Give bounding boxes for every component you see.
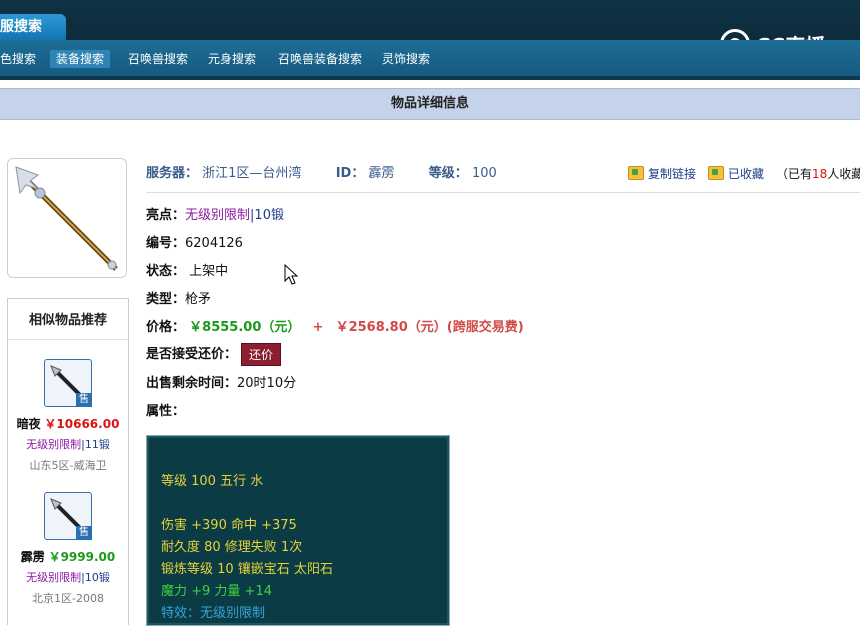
similar-item-server: 北京1区-2008 (32, 592, 104, 605)
copy-link-label: 复制链接 (648, 166, 697, 181)
similar-item-name: 霹雳 (20, 550, 45, 564)
nav-role-search[interactable]: 角色搜索 (0, 50, 36, 68)
nav-summon-search[interactable]: 召唤兽搜索 (128, 50, 188, 68)
similar-item-name: 暗夜 (16, 417, 41, 431)
status-value: 上架中 (189, 264, 229, 279)
forge-level: 11锻 (84, 438, 110, 451)
forge-value: 10锻 (254, 208, 284, 223)
similar-item-price: ￥10666.00 (44, 417, 120, 431)
price-field: 价格： ￥8555.00（元） + ￥2568.80（元）(跨服交易费) (146, 316, 524, 336)
similar-item-price: ￥9999.00 (48, 550, 116, 564)
favorite-label: 已收藏 (728, 166, 765, 181)
nav-accessory-search[interactable]: 灵饰搜索 (382, 50, 430, 68)
highlight-text: 无级别限制 (26, 571, 82, 584)
cross-server-fee: ￥2568.80（元）(跨服交易费) (335, 320, 524, 335)
copy-link-icon (628, 166, 644, 180)
attributes-label: 属性： (146, 404, 186, 419)
item-image (7, 158, 127, 278)
similar-items-title: 相似物品推荐 (8, 299, 128, 340)
level-value: 100 (471, 166, 497, 181)
page-title: 物品详细信息 (0, 88, 860, 120)
search-nav: 角色搜索 装备搜索 召唤兽搜索 元身搜索 召唤兽装备搜索 灵饰搜索 (0, 40, 860, 76)
highlight-label: 亮点： (146, 208, 186, 223)
number-value: 6204126 (185, 236, 243, 251)
attr-line: 魔力 +9 力量 +14 (161, 584, 272, 599)
number-label: 编号： (146, 236, 186, 251)
sale-tag: 售 (76, 393, 92, 407)
level-label: 等级： (428, 166, 468, 181)
remaining-time-value: 20时10分 (237, 376, 297, 391)
similar-item-highlight: 无级别限制|11锻 (8, 436, 128, 452)
favorite-icon (708, 166, 725, 180)
type-value: 枪矛 (185, 292, 212, 307)
attr-line: 等级 100 五行 水 (161, 474, 264, 489)
forge-level: 10锻 (84, 571, 110, 584)
attr-line: 耐久度 80 修理失败 1次 (161, 540, 303, 555)
similar-item-highlight: 无级别限制|10锻 (8, 569, 128, 585)
similar-item-server: 山东5区-威海卫 (29, 459, 107, 472)
highlight-text: 无级别限制 (26, 438, 82, 451)
item-thumbnail[interactable]: 售 (44, 492, 92, 540)
attributes-field: 属性： (146, 400, 185, 420)
attributes-panel: 等级 100 五行 水 伤害 +390 命中 +375 耐久度 80 修理失败 … (146, 435, 450, 626)
tab-all-server-search[interactable]: 全服搜索 (0, 14, 66, 40)
remaining-time-label: 出售剩余时间： (146, 376, 238, 391)
status-field: 状态： 上架中 (146, 260, 228, 280)
attr-line: 伤害 +390 命中 +375 (161, 518, 297, 533)
remaining-time-field: 出售剩余时间：20时10分 (146, 372, 296, 392)
section-divider (146, 192, 860, 193)
number-field: 编号：6204126 (146, 232, 243, 252)
price-label: 价格： (146, 320, 186, 335)
highlight-value: 无级别限制 (185, 208, 251, 223)
counter-offer-label: 是否接受还价： (146, 347, 238, 362)
similar-item-name-price: 霹雳 ￥9999.00 (8, 548, 128, 565)
id-value: 霹雳 (368, 166, 395, 181)
collect-suffix: 人收藏） (827, 166, 860, 181)
item-actions: 复制链接 已收藏 （已有18人收藏） (628, 164, 860, 182)
similar-item-name-price: 暗夜 ￥10666.00 (8, 415, 128, 432)
attr-line: 特效：无级别限制 (161, 606, 266, 621)
copy-link-button[interactable]: 复制链接 (628, 165, 696, 182)
mouse-cursor-icon (284, 264, 299, 285)
counter-offer-button[interactable]: 还价 (241, 343, 282, 366)
type-field: 类型：枪矛 (146, 288, 211, 308)
highlight-field: 亮点：无级别限制|10锻 (146, 204, 284, 224)
server-info-row: 服务器： 浙江1区—台州湾 ID： 霹雳 等级： 100 (146, 162, 497, 184)
price-plus: + (312, 320, 324, 335)
price-value: ￥8555.00（元） (189, 320, 301, 335)
type-label: 类型： (146, 292, 186, 307)
server-value: 浙江1区—台州湾 (202, 166, 302, 181)
nav-equipment-search[interactable]: 装备搜索 (50, 50, 111, 68)
collect-count: （已有18人收藏） (776, 165, 860, 182)
collect-prefix: （已有 (776, 166, 813, 181)
collect-number: 18 (812, 166, 828, 181)
tab-label: 全服搜索 (0, 19, 42, 35)
sale-tag: 售 (76, 526, 92, 540)
server-label: 服务器： (146, 166, 199, 181)
similar-items-panel: 相似物品推荐 售 暗夜 ￥10666.00 无级别限制|11锻 山东5区-威海卫… (7, 298, 129, 625)
nav-yuanshen-search[interactable]: 元身搜索 (208, 50, 256, 68)
counter-offer-field: 是否接受还价： 还价 (146, 343, 282, 366)
attr-line: 锻炼等级 10 镶嵌宝石 太阳石 (161, 562, 333, 577)
status-label: 状态： (146, 264, 186, 279)
favorite-button[interactable]: 已收藏 (708, 165, 764, 182)
id-label: ID： (335, 166, 365, 181)
item-thumbnail[interactable]: 售 (44, 359, 92, 407)
spear-icon (15, 166, 118, 271)
nav-summon-equipment-search[interactable]: 召唤兽装备搜索 (278, 50, 362, 68)
